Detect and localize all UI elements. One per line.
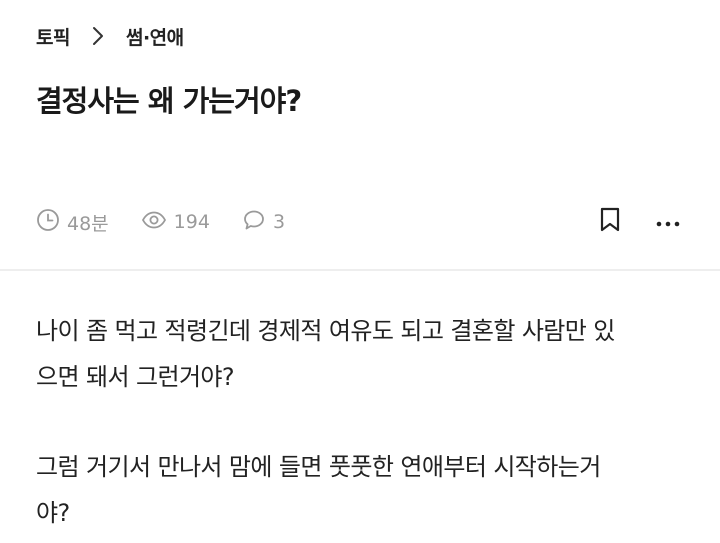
breadcrumb-topic[interactable]: 토픽 xyxy=(36,23,70,50)
meta-comments[interactable]: 3 xyxy=(242,208,285,237)
eye-icon xyxy=(141,208,174,237)
bookmark-button[interactable] xyxy=(594,206,626,238)
post-body: 나이 좀 먹고 적령긴데 경제적 여유도 되고 결혼할 사람만 있 으면 돼서 … xyxy=(36,308,696,536)
comments-count: 3 xyxy=(272,211,286,233)
bookmark-icon xyxy=(599,207,621,237)
body-line: 으면 돼서 그런거야? xyxy=(36,363,235,391)
post-meta: 48분 194 3 xyxy=(36,206,317,238)
time-text: 48분 xyxy=(67,212,109,235)
speech-bubble-icon xyxy=(242,208,273,237)
views-count: 194 xyxy=(173,211,210,233)
breadcrumb-category[interactable]: 썸·연애 xyxy=(126,23,184,50)
divider xyxy=(0,269,720,271)
chevron-right-icon xyxy=(84,22,112,50)
body-paragraph: 나이 좀 먹고 적령긴데 경제적 여유도 되고 결혼할 사람만 있 으면 돼서 … xyxy=(36,308,696,400)
meta-time: 48분 xyxy=(36,208,109,237)
clock-icon xyxy=(36,208,67,237)
post-title: 결정사는 왜 가는거야? xyxy=(36,84,302,118)
body-line: 그럼 거기서 만나서 맘에 들면 풋풋한 연애부터 시작하는거 xyxy=(36,453,601,481)
breadcrumb: 토픽 썸·연애 xyxy=(36,22,184,50)
meta-views: 194 xyxy=(141,208,210,237)
body-line: 나이 좀 먹고 적령긴데 경제적 여유도 되고 결혼할 사람만 있 xyxy=(36,317,615,345)
more-horizontal-icon xyxy=(656,213,680,232)
more-button[interactable] xyxy=(652,206,684,238)
body-paragraph: 그럼 거기서 만나서 맘에 들면 풋풋한 연애부터 시작하는거 야? xyxy=(36,444,696,536)
body-line: 야? xyxy=(36,499,70,527)
